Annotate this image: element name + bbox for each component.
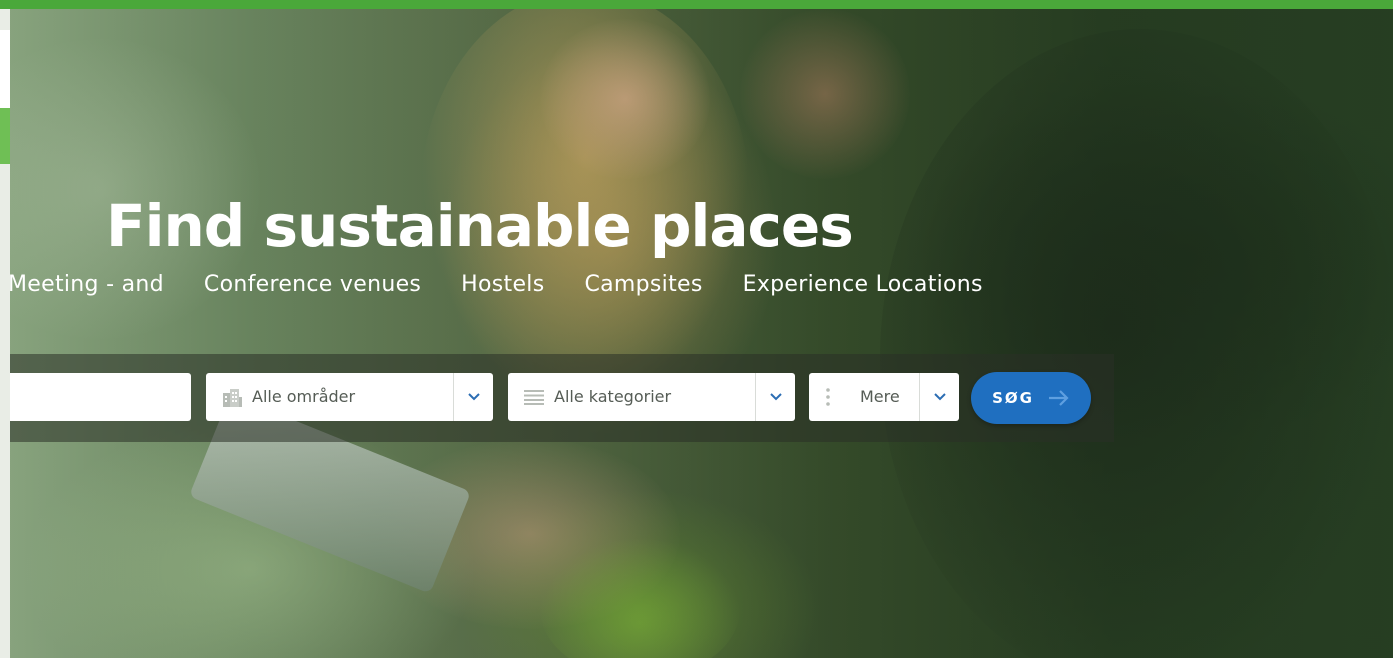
category-select-toggle[interactable] xyxy=(755,373,795,421)
more-select-toggle[interactable] xyxy=(919,373,959,421)
hero-green-overlay xyxy=(0,9,1393,658)
more-select-label: Mere xyxy=(860,387,900,406)
category-link-hostels[interactable]: Hostels xyxy=(461,272,544,297)
dots-icon xyxy=(826,388,830,406)
search-button[interactable]: SØG xyxy=(971,372,1091,424)
category-link-campsites[interactable]: Campsites xyxy=(584,272,702,297)
left-edge-tab[interactable] xyxy=(0,30,10,108)
category-select-label: Alle kategorier xyxy=(554,387,672,406)
left-edge-green-tab[interactable] xyxy=(0,108,10,164)
category-link-meeting[interactable]: Meeting - and xyxy=(8,272,164,297)
top-accent-bar xyxy=(0,0,1393,9)
category-links: Meeting - and Conference venues Hostels … xyxy=(8,272,983,297)
search-button-label: SØG xyxy=(992,389,1034,407)
chevron-down-icon xyxy=(467,393,480,401)
area-select-toggle[interactable] xyxy=(453,373,493,421)
chevron-down-icon xyxy=(769,393,782,401)
chevron-down-icon xyxy=(933,393,946,401)
list-icon xyxy=(524,390,544,405)
area-select-label: Alle områder xyxy=(252,387,356,406)
left-edge-strip xyxy=(0,9,10,658)
building-icon xyxy=(223,389,242,407)
search-panel: Alle områder Alle kategorier Mere SØG xyxy=(10,354,1114,442)
arrow-right-icon xyxy=(1048,390,1069,406)
category-link-conference-venues[interactable]: Conference venues xyxy=(204,272,421,297)
area-select[interactable]: Alle områder xyxy=(206,373,493,421)
more-select[interactable]: Mere xyxy=(809,373,959,421)
search-text-input[interactable] xyxy=(10,373,191,421)
category-select[interactable]: Alle kategorier xyxy=(508,373,795,421)
category-link-experience-locations[interactable]: Experience Locations xyxy=(743,272,983,297)
hero-section xyxy=(0,9,1393,658)
page-title: Find sustainable places xyxy=(106,192,854,260)
